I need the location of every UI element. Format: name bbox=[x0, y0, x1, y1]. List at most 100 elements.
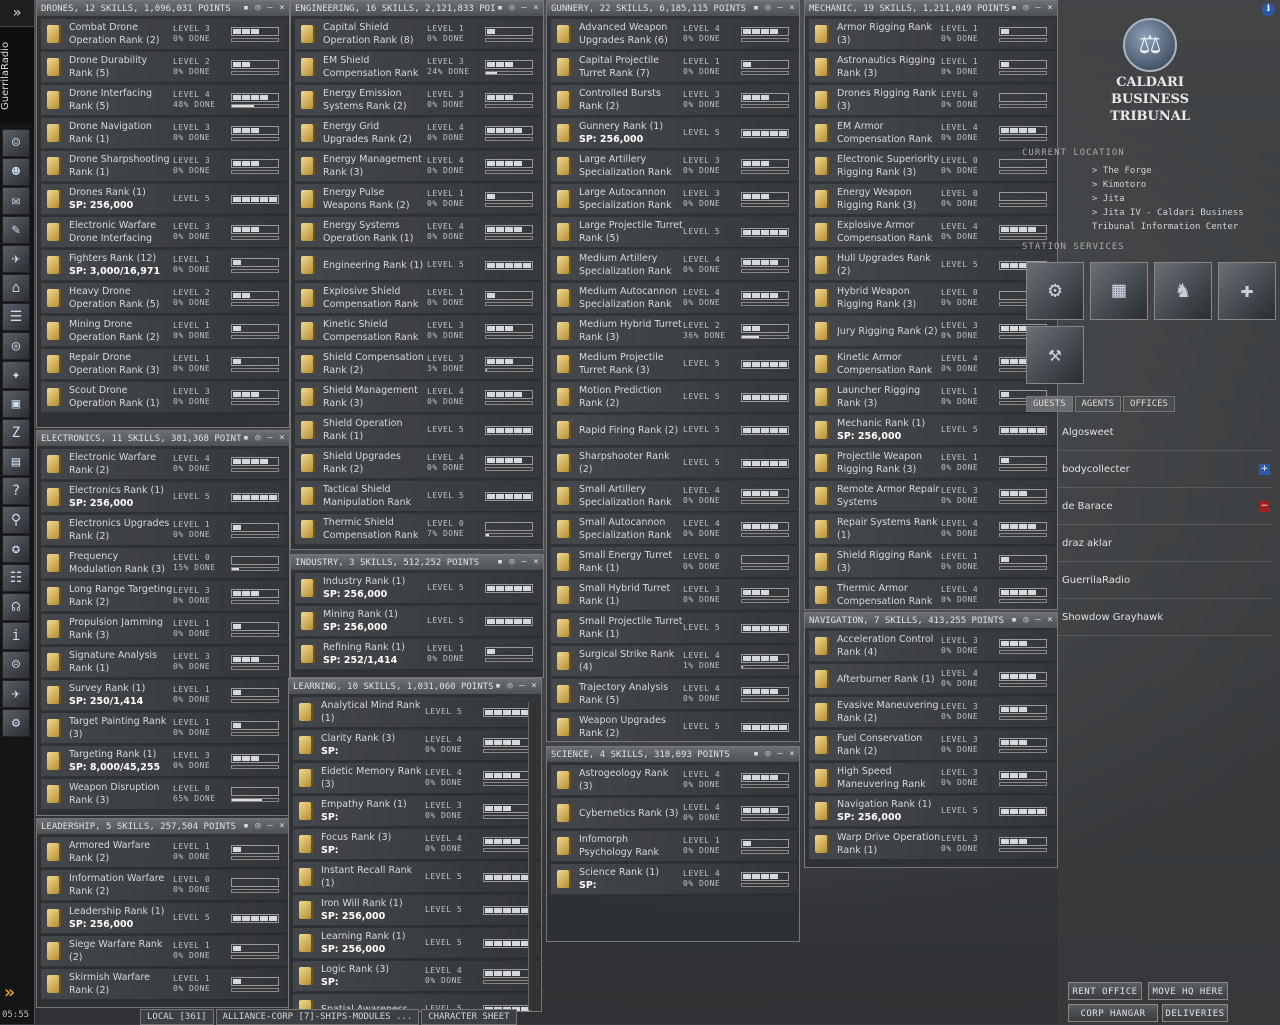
pin-icon[interactable]: ▪ bbox=[241, 821, 251, 832]
skills-window-engineering[interactable]: ENGINEERING, 16 SKILLS, 2,121,833 POINTS… bbox=[290, 0, 544, 550]
skill-row[interactable]: Rapid Firing Rank (2)LEVEL 5 bbox=[551, 415, 797, 446]
learning-scrollbar[interactable] bbox=[528, 702, 536, 1010]
skill-row[interactable]: Signature Analysis Rank (1)LEVEL 30% DON… bbox=[41, 647, 287, 678]
skill-row[interactable]: Medium Hybrid Turret Rank (3)LEVEL 236% … bbox=[551, 316, 797, 347]
skill-row[interactable]: Shield Management Rank (3)LEVEL 40% DONE bbox=[295, 382, 541, 413]
minimize-icon[interactable]: – bbox=[265, 3, 275, 14]
portrait-icon[interactable]: ☺ bbox=[2, 129, 30, 157]
skill-row[interactable]: Leadership Rank (1)SP: 256,000LEVEL 5 bbox=[41, 903, 287, 934]
skill-row[interactable]: Warp Drive Operation Rank (1)LEVEL 30% D… bbox=[809, 829, 1055, 860]
guest-item[interactable]: GuerrilaRadio bbox=[1058, 562, 1272, 599]
window-header[interactable]: SCIENCE, 4 SKILLS, 318,693 POINTS▪◎–× bbox=[547, 747, 799, 763]
skill-row[interactable]: Thermic Shield Compensation RankLEVEL 07… bbox=[295, 514, 541, 545]
calculator-icon[interactable]: ▤ bbox=[2, 448, 30, 476]
skill-row[interactable]: Acceleration Control Rank (4)LEVEL 30% D… bbox=[809, 631, 1055, 662]
skill-row[interactable]: Focus Rank (3)SP:LEVEL 40% DONE bbox=[293, 829, 539, 860]
mail-icon[interactable]: ✉ bbox=[2, 187, 30, 215]
skill-row[interactable]: Medium Projectile Turret Rank (3)LEVEL 5 bbox=[551, 349, 797, 380]
settings-icon[interactable]: ◎ bbox=[1021, 615, 1031, 626]
skill-row[interactable]: Heavy Drone Operation Rank (5)LEVEL 20% … bbox=[41, 283, 287, 314]
skills-window-learning[interactable]: LEARNING, 10 SKILLS, 1,031,060 POINTS▪◎–… bbox=[288, 678, 542, 1012]
skill-row[interactable]: Mechanic Rank (1)SP: 256,000LEVEL 5 bbox=[809, 415, 1055, 446]
skill-row[interactable]: Kinetic Armor Compensation RankLEVEL 40%… bbox=[809, 349, 1055, 380]
close-icon[interactable]: × bbox=[277, 3, 287, 14]
window-header[interactable]: GUNNERY, 22 SKILLS, 6,185,115 POINTS▪◎–× bbox=[547, 1, 799, 17]
tab-guests[interactable]: GUESTS bbox=[1026, 396, 1073, 412]
skills-window-gunnery[interactable]: GUNNERY, 22 SKILLS, 6,185,115 POINTS▪◎–×… bbox=[546, 0, 800, 742]
skill-row[interactable]: Engineering Rank (1)LEVEL 5 bbox=[295, 250, 541, 281]
skill-row[interactable]: Evasive Maneuvering Rank (2)LEVEL 30% DO… bbox=[809, 697, 1055, 728]
headset-icon[interactable]: ☊ bbox=[2, 593, 30, 621]
book-icon[interactable]: ☷ bbox=[2, 564, 30, 592]
skill-row[interactable]: Analytical Mind Rank (1)LEVEL 5 bbox=[293, 697, 539, 728]
skill-row[interactable]: Small Projectile Turret Rank (1)LEVEL 5 bbox=[551, 613, 797, 644]
fitting-service-icon[interactable]: ⚒ bbox=[1026, 326, 1084, 384]
skill-row[interactable]: Electronic Warfare Drone InterfacingLEVE… bbox=[41, 217, 287, 248]
ship-icon[interactable]: ✈ bbox=[2, 245, 30, 273]
guest-item[interactable]: bodycollecter+ bbox=[1058, 451, 1272, 488]
cargo-icon[interactable]: ▣ bbox=[2, 390, 30, 418]
skill-row[interactable]: Afterburner Rank (1)LEVEL 40% DONE bbox=[809, 664, 1055, 695]
skill-row[interactable]: Large Artillery Specialization RankLEVEL… bbox=[551, 151, 797, 182]
skill-row[interactable]: Gunnery Rank (1)SP: 256,000LEVEL 5 bbox=[551, 118, 797, 149]
skill-row[interactable]: Empathy Rank (1)SP:LEVEL 30% DONE bbox=[293, 796, 539, 827]
settings-icon[interactable]: ◎ bbox=[763, 3, 773, 14]
skill-row[interactable]: Energy Management Rank (3)LEVEL 40% DONE bbox=[295, 151, 541, 182]
skill-row[interactable]: Navigation Rank (1)SP: 256,000LEVEL 5 bbox=[809, 796, 1055, 827]
close-icon[interactable]: × bbox=[787, 3, 797, 14]
skill-row[interactable]: Small Artillery Specialization RankLEVEL… bbox=[551, 481, 797, 512]
skills-window-science[interactable]: SCIENCE, 4 SKILLS, 318,693 POINTS▪◎–× Ast… bbox=[546, 746, 800, 942]
skill-row[interactable]: Large Projectile Turret Rank (5)LEVEL 5 bbox=[551, 217, 797, 248]
skill-row[interactable]: Logic Rank (3)SP:LEVEL 40% DONE bbox=[293, 961, 539, 992]
move-hq-button[interactable]: MOVE HQ HERE bbox=[1148, 982, 1228, 1000]
skill-row[interactable]: Kinetic Shield Compensation RankLEVEL 30… bbox=[295, 316, 541, 347]
location-region[interactable]: > The Forge bbox=[1022, 166, 1278, 180]
scanner-icon[interactable]: ◎ bbox=[2, 332, 30, 360]
skill-row[interactable]: Explosive Armor Compensation RankLEVEL 4… bbox=[809, 217, 1055, 248]
window-header[interactable]: DRONES, 12 SKILLS, 1,096,031 POINTS▪◎–× bbox=[37, 1, 289, 17]
minimize-icon[interactable]: – bbox=[1033, 615, 1043, 626]
skill-row[interactable]: Capital Projectile Turret Rank (7)LEVEL … bbox=[551, 52, 797, 83]
skill-row[interactable]: Target Painting Rank (3)LEVEL 10% DONE bbox=[41, 713, 287, 744]
location-system[interactable]: > Jita bbox=[1022, 194, 1278, 208]
skill-row[interactable]: Refining Rank (1)SP: 252/1,414LEVEL 10% … bbox=[295, 639, 541, 670]
skill-row[interactable]: Small Autocannon Specialization RankLEVE… bbox=[551, 514, 797, 545]
guest-item[interactable]: de Barace− bbox=[1058, 488, 1272, 525]
minimize-icon[interactable]: – bbox=[517, 681, 527, 692]
guest-item[interactable]: Algosweet bbox=[1058, 414, 1272, 451]
skill-row[interactable]: Information Warfare Rank (2)LEVEL 00% DO… bbox=[41, 870, 287, 901]
close-icon[interactable]: × bbox=[1045, 3, 1055, 14]
skill-row[interactable]: Astrogeology Rank (3)LEVEL 40% DONE bbox=[551, 765, 797, 796]
close-icon[interactable]: × bbox=[1045, 615, 1055, 626]
settings-icon[interactable]: ◎ bbox=[1021, 3, 1031, 14]
skill-row[interactable]: Hull Upgrades Rank (2)LEVEL 5 bbox=[809, 250, 1055, 281]
skills-window-navigation[interactable]: NAVIGATION, 7 SKILLS, 413,255 POINTS▪◎–×… bbox=[804, 612, 1058, 868]
window-header[interactable]: MECHANIC, 19 SKILLS, 1,211,049 POINTS▪◎–… bbox=[805, 1, 1057, 17]
skill-row[interactable]: Energy Pulse Weapons Rank (2)LEVEL 10% D… bbox=[295, 184, 541, 215]
skill-row[interactable]: Drone Durability Rank (5)LEVEL 20% DONE bbox=[41, 52, 287, 83]
pin-icon[interactable]: ▪ bbox=[241, 433, 251, 444]
skill-row[interactable]: Armor Rigging Rank (3)LEVEL 10% DONE bbox=[809, 19, 1055, 50]
minimize-icon[interactable]: – bbox=[519, 557, 529, 568]
skill-row[interactable]: Armored Warfare Rank (2)LEVEL 10% DONE bbox=[41, 837, 287, 868]
pin-icon[interactable]: ▪ bbox=[241, 3, 251, 14]
help-icon[interactable]: ? bbox=[2, 477, 30, 505]
skill-row[interactable]: Iron Will Rank (1)SP: 256,000LEVEL 5 bbox=[293, 895, 539, 926]
skill-row[interactable]: Combat Drone Operation Rank (2)LEVEL 30%… bbox=[41, 19, 287, 50]
skill-row[interactable]: Large Autocannon Specialization RankLEVE… bbox=[551, 184, 797, 215]
skill-row[interactable]: High Speed Maneuvering RankLEVEL 30% DON… bbox=[809, 763, 1055, 794]
skill-row[interactable]: Shield Operation Rank (1)LEVEL 5 bbox=[295, 415, 541, 446]
chat-tab-alliance[interactable]: ALLIANCE-CORP [7]-SHIPS-MODULES ... bbox=[216, 1009, 420, 1025]
skill-row[interactable]: Cybernetics Rank (3)LEVEL 40% DONE bbox=[551, 798, 797, 829]
close-icon[interactable]: × bbox=[529, 681, 539, 692]
skill-row[interactable]: EM Shield Compensation RankLEVEL 324% DO… bbox=[295, 52, 541, 83]
skill-row[interactable]: Targeting Rank (1)SP: 8,000/45,255LEVEL … bbox=[41, 746, 287, 777]
chevron-right-icon[interactable]: » bbox=[4, 982, 30, 1004]
skills-window-mechanic[interactable]: MECHANIC, 19 SKILLS, 1,211,049 POINTS▪◎–… bbox=[804, 0, 1058, 610]
market-service-icon[interactable]: ▦ bbox=[1090, 262, 1148, 320]
window-header[interactable]: NAVIGATION, 7 SKILLS, 413,255 POINTS▪◎–× bbox=[805, 613, 1057, 629]
skill-row[interactable]: Long Range Targeting Rank (2)LEVEL 30% D… bbox=[41, 581, 287, 612]
skills-window-drones[interactable]: DRONES, 12 SKILLS, 1,096,031 POINTS▪◎–× C… bbox=[36, 0, 290, 428]
settings-icon[interactable]: ◎ bbox=[253, 821, 263, 832]
skill-row[interactable]: Science Rank (1)SP:LEVEL 40% DONE bbox=[551, 864, 797, 895]
